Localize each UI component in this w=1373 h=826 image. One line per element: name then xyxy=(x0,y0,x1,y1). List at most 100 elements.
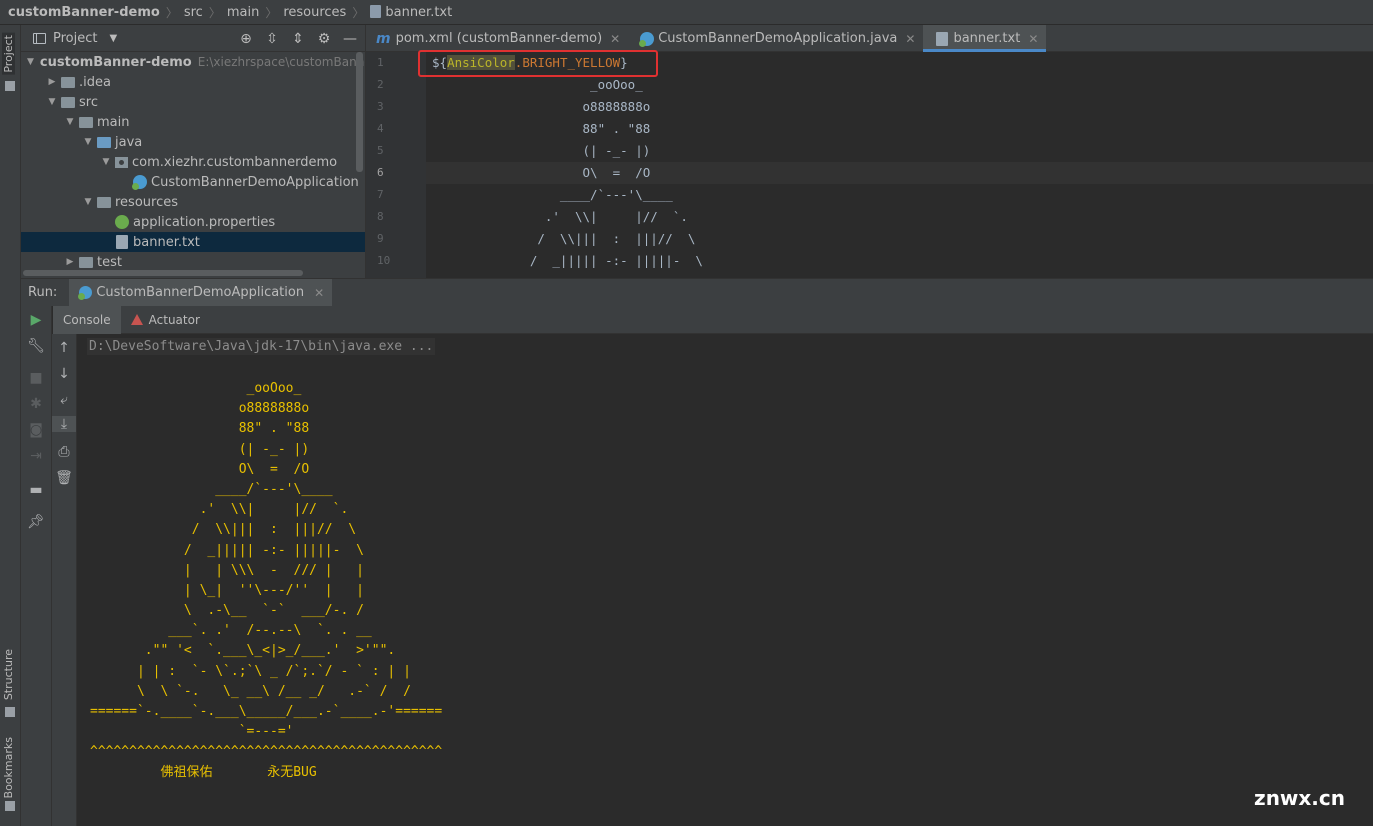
console-output[interactable]: D:\DeveSoftware\Java\jdk-17\bin\java.exe… xyxy=(78,334,1373,826)
tab-label: pom.xml (customBanner-demo) xyxy=(395,31,603,46)
tree-item[interactable]: ▼ resources xyxy=(21,192,365,212)
tree-item-label: application.properties xyxy=(133,214,276,230)
code-line[interactable]: (| -_- |) xyxy=(426,140,1373,162)
console-banner-line: | \_| ''\---/'' | | xyxy=(90,582,364,598)
tab-application-java[interactable]: CustomBannerDemoApplication.java ✕ xyxy=(628,25,923,52)
project-icon xyxy=(5,81,15,91)
properties-icon xyxy=(115,215,129,229)
layout-icon[interactable]: ▬ xyxy=(21,482,51,498)
horizontal-scrollbar[interactable] xyxy=(23,270,303,276)
debug-icon: ✱ xyxy=(30,396,42,412)
console-banner-line: \ \ `-. \_ __\ /__ _/ .-` / / xyxy=(90,683,411,699)
tab-banner-txt[interactable]: banner.txt ✕ xyxy=(923,25,1047,52)
console-banner-line: o8888888o xyxy=(90,401,310,417)
tree-item[interactable]: ▼ java xyxy=(21,132,365,152)
chevron-down-icon[interactable]: ▼ xyxy=(27,57,34,67)
editor-content[interactable]: ${AnsiColor.BRIGHT_YELLOW} _ooOoo_ o8888… xyxy=(426,52,1373,278)
chevron-down-icon[interactable]: ▼ xyxy=(63,117,77,127)
tree-item[interactable]: application.properties xyxy=(21,212,365,232)
tree-item[interactable]: ▼ main xyxy=(21,112,365,132)
tree-item[interactable]: CustomBannerDemoApplication xyxy=(21,172,365,192)
folder-icon xyxy=(61,76,75,88)
tree-item[interactable]: ▼ com.xiezhr.custombannerdemo xyxy=(21,152,365,172)
chevron-right-icon[interactable]: ▶ xyxy=(63,257,77,267)
expand-all-icon[interactable]: ⇳ xyxy=(265,32,279,46)
close-icon[interactable]: ✕ xyxy=(1028,32,1038,46)
collapse-all-icon[interactable]: ⇕ xyxy=(291,32,305,46)
editor-tabs: m pom.xml (customBanner-demo) ✕ CustomBa… xyxy=(366,25,1373,52)
line-number: 2 xyxy=(377,78,384,91)
tree-item[interactable]: ▶ test xyxy=(21,252,365,272)
scroll-to-end-icon[interactable]: ⤓ xyxy=(52,416,76,432)
editor-gutter: 1 2 3 4 5 6 7 8 9 10 xyxy=(366,52,426,278)
tree-item-label: resources xyxy=(115,194,179,210)
breadcrumb-main[interactable]: main xyxy=(227,5,259,20)
tree-item[interactable]: ▶ .idea xyxy=(21,72,365,92)
chevron-down-icon[interactable]: ▼ xyxy=(109,33,117,44)
code-line[interactable]: ____/`---'\____ xyxy=(426,184,1373,206)
spring-class-icon xyxy=(639,31,655,47)
tree-item-label: .idea xyxy=(79,74,111,90)
code-line[interactable]: _ooOoo_ xyxy=(426,74,1373,96)
bookmarks-tool-tab[interactable]: Bookmarks xyxy=(2,737,15,798)
spring-class-icon xyxy=(132,175,147,190)
close-icon[interactable]: ✕ xyxy=(610,32,620,46)
project-view-selector[interactable]: Project xyxy=(53,31,97,46)
console-banner-line: (| -_- |) xyxy=(90,441,310,457)
breadcrumb-resources[interactable]: resources xyxy=(283,5,346,20)
tree-item[interactable]: ▼ customBanner-demo E:\xiezhrspace\customB… xyxy=(21,52,365,72)
line-number: 4 xyxy=(377,122,384,135)
chevron-down-icon[interactable]: ▼ xyxy=(81,197,95,207)
structure-icon xyxy=(5,707,15,717)
hide-icon[interactable]: — xyxy=(343,32,357,46)
run-config-label: CustomBannerDemoApplication xyxy=(96,285,305,300)
tab-label: banner.txt xyxy=(953,31,1021,46)
line-number: 10 xyxy=(377,254,391,267)
code-line[interactable]: / _||||| -:- |||||- \ xyxy=(426,250,1373,272)
arrow-up-icon[interactable]: ↑ xyxy=(52,340,76,356)
vertical-scrollbar[interactable] xyxy=(356,52,363,172)
arrow-down-icon[interactable]: ↓ xyxy=(52,366,76,382)
bookmark-icon xyxy=(5,801,15,811)
locate-file-icon[interactable]: ⊕ xyxy=(239,32,253,46)
tab-actuator[interactable]: Actuator xyxy=(121,306,210,334)
tree-item-label: CustomBannerDemoApplication xyxy=(151,174,359,190)
chevron-right-icon[interactable]: ▶ xyxy=(45,77,59,87)
line-number: 1 xyxy=(377,56,384,69)
code-line[interactable]: o8888888o xyxy=(426,96,1373,118)
close-icon[interactable]: ✕ xyxy=(905,32,915,46)
package-icon xyxy=(115,156,128,168)
project-tool-tab[interactable]: Project xyxy=(2,33,15,75)
run-config-tab[interactable]: CustomBannerDemoApplication ✕ xyxy=(69,278,333,307)
breadcrumb-file[interactable]: banner.txt xyxy=(370,4,452,20)
code-line[interactable]: O\ = /O xyxy=(426,162,1373,184)
rerun-icon[interactable]: ▶ xyxy=(21,312,51,328)
folder-icon xyxy=(79,116,93,128)
chevron-down-icon[interactable]: ▼ xyxy=(45,97,59,107)
code-line[interactable]: / \\||| : |||// \ xyxy=(426,228,1373,250)
structure-tool-tab[interactable]: Structure xyxy=(2,649,15,700)
tree-item[interactable]: ▼ src xyxy=(21,92,365,112)
tree-item-label: banner.txt xyxy=(133,234,200,250)
spring-class-icon xyxy=(78,286,93,300)
code-line[interactable]: .' \\| |// `. xyxy=(426,206,1373,228)
chevron-down-icon[interactable]: ▼ xyxy=(81,137,95,147)
actuator-icon xyxy=(130,313,143,326)
close-icon[interactable]: ✕ xyxy=(314,286,324,300)
breadcrumb-src[interactable]: src xyxy=(184,5,203,20)
pin-icon[interactable]: 📌︎ xyxy=(21,514,51,530)
console-banner-line: 佛祖保佑 永无BUG xyxy=(90,764,317,780)
line-number: 8 xyxy=(377,210,384,223)
wrench-icon[interactable]: 🔧︎ xyxy=(21,338,51,354)
code-line[interactable]: 88" . "88 xyxy=(426,118,1373,140)
tab-pom-xml[interactable]: m pom.xml (customBanner-demo) ✕ xyxy=(366,25,628,52)
tree-item[interactable]: banner.txt xyxy=(21,232,365,252)
folder-icon xyxy=(79,256,93,268)
gear-icon[interactable]: ⚙ xyxy=(317,32,331,46)
chevron-down-icon[interactable]: ▼ xyxy=(99,157,113,167)
trash-icon[interactable]: 🗑︎ xyxy=(52,470,76,486)
soft-wrap-icon[interactable]: ⤶ xyxy=(52,392,76,408)
breadcrumb-project[interactable]: customBanner-demo xyxy=(8,5,160,20)
print-icon[interactable]: ⎙ xyxy=(52,444,76,460)
tab-console[interactable]: Console xyxy=(53,305,121,334)
